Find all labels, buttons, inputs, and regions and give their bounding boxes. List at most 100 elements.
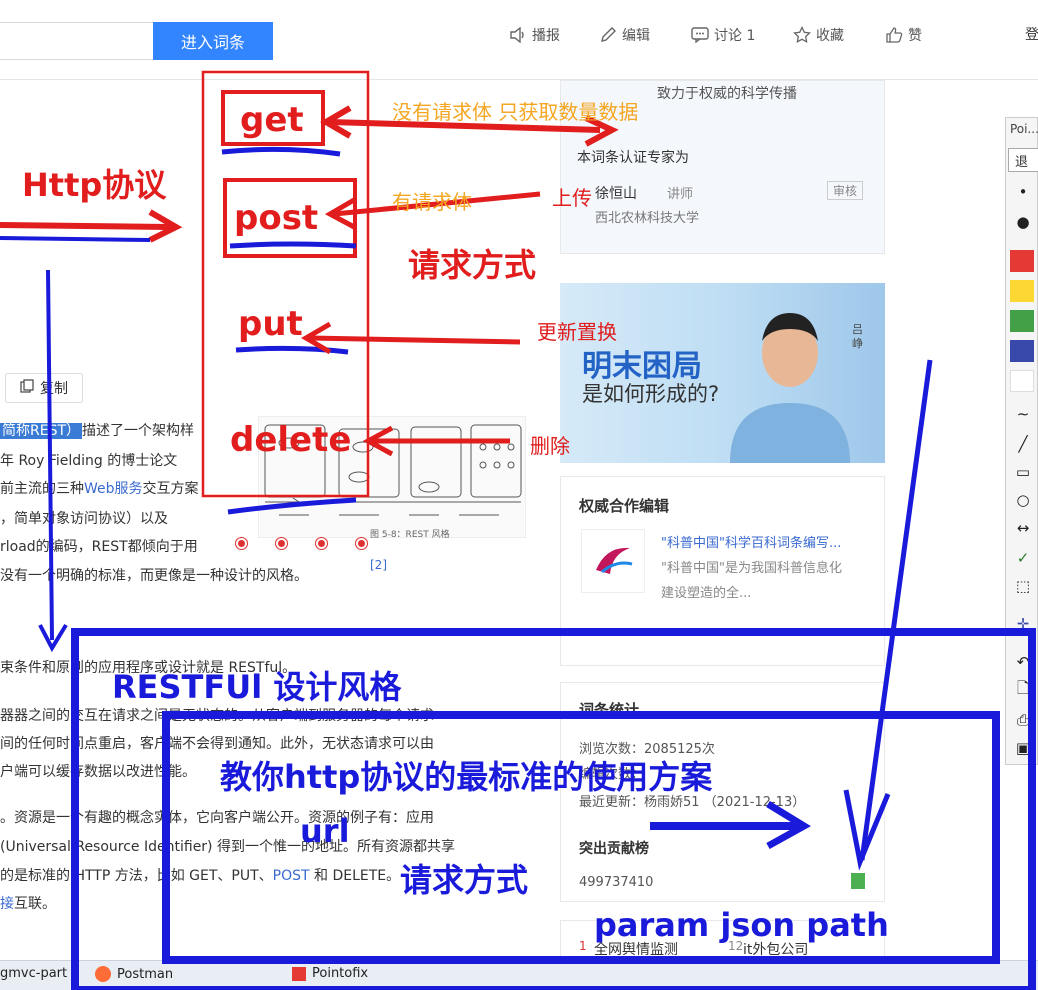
top-bar: 进入词条 播报 编辑 讨论 1 收藏 赞 登 xyxy=(0,0,1038,80)
editor-name-link[interactable]: "科普中国"科学百科词条编写... xyxy=(661,532,841,551)
article-line: 的是标准的 HTTP 方法，比如 GET、PUT、POST 和 DELETE。 xyxy=(0,868,401,884)
login-link[interactable]: 登 xyxy=(1025,24,1038,44)
web-service-link[interactable]: Web服务 xyxy=(84,481,143,497)
taskbar-item[interactable]: gmvc-part xyxy=(0,966,67,981)
marker-dot xyxy=(276,538,287,549)
rank-number: 1 xyxy=(579,939,587,953)
reference-link[interactable]: [2] xyxy=(370,558,387,572)
expert-name[interactable]: 徐恒山 xyxy=(595,183,637,203)
expert-card: 致力于权威的科学传播 本词条认证专家为 徐恒山 讲师 审核 西北农林科技大学 xyxy=(560,80,885,254)
marker-dot xyxy=(316,538,327,549)
broadcast-button[interactable]: 播报 xyxy=(508,24,560,46)
article-line: 间的任何时间点重启，客户端不会得到通知。此外，无状态请求可以由 xyxy=(0,736,434,752)
taskbar: gmvc-part Postman Pointofix xyxy=(0,960,1038,990)
search-input[interactable] xyxy=(0,22,154,60)
inline-link[interactable]: 接 xyxy=(0,896,14,912)
expert-title: 本词条认证专家为 xyxy=(577,150,689,166)
edit-count: 编辑次数： xyxy=(579,767,645,782)
last-updated: 最近更新：杨雨娇51 （2021-12-13） xyxy=(579,795,806,810)
chat-icon xyxy=(690,25,710,45)
copy-label: 复制 xyxy=(40,381,68,397)
bookmark-icon xyxy=(851,873,865,889)
collect-button[interactable]: 收藏 xyxy=(792,24,844,46)
discuss-button[interactable]: 讨论 1 xyxy=(690,24,755,46)
right-sidebar: 致力于权威的科学传播 本词条认证专家为 徐恒山 讲师 审核 西北农林科技大学 明… xyxy=(560,80,885,960)
pencil-icon xyxy=(598,25,618,45)
marker-dot xyxy=(356,538,367,549)
exit-button[interactable]: 退 xyxy=(1008,148,1038,172)
article-line: 年 Roy Fielding 的博士论文 xyxy=(0,453,178,469)
check-icon[interactable]: ✓ xyxy=(1008,546,1038,570)
stats-title: 词条统计 xyxy=(579,701,640,719)
rank-number: 12 xyxy=(728,939,744,953)
copy-button[interactable]: 复制 xyxy=(5,373,83,403)
yellow-color-swatch[interactable] xyxy=(1010,280,1034,302)
editor-description: 建设塑造的全... xyxy=(661,586,752,601)
undo-icon[interactable]: ↶ xyxy=(1008,650,1038,674)
thumbs-up-icon xyxy=(884,25,904,45)
article-line: 户端可以缓存数据以改进性能。 xyxy=(0,764,196,780)
rank-item[interactable]: 全网舆情监测 xyxy=(594,939,678,959)
banner-subheadline: 是如何形成的? xyxy=(582,382,720,406)
person-photo xyxy=(730,313,850,463)
line-icon[interactable]: ╱ xyxy=(1008,432,1038,456)
post-link[interactable]: POST xyxy=(273,868,310,884)
large-dot-icon[interactable]: ● xyxy=(1008,210,1038,234)
edit-button[interactable]: 编辑 xyxy=(598,24,650,46)
stats-card: 词条统计 浏览次数：2085125次 编辑次数： 最近更新：杨雨娇51 （202… xyxy=(560,682,885,902)
promo-banner[interactable]: 明末困局 是如何形成的? 吕峥 xyxy=(560,283,885,463)
article-line: 前主流的三种Web服务交互方案 xyxy=(0,481,199,497)
ellipse-icon[interactable]: ○ xyxy=(1008,488,1038,512)
article-line: 接互联。 xyxy=(0,896,56,912)
white-color-swatch[interactable] xyxy=(1010,370,1034,392)
green-color-swatch[interactable] xyxy=(1010,310,1034,332)
contributor-name[interactable]: 499737410 xyxy=(579,875,653,890)
screen-icon[interactable]: ▣ xyxy=(1008,736,1038,760)
editor-description: "科普中国"是为我国科普信息化 xyxy=(661,561,842,576)
blue-color-swatch[interactable] xyxy=(1010,340,1034,362)
freehand-icon[interactable]: ∼ xyxy=(1008,402,1038,426)
article-line: (Universal Resource Identifier) 得到一个惟一的地… xyxy=(0,839,455,855)
article-line: 器器之间的交互在请求之间是无状态的。从客户端到服务器的每个请求 xyxy=(0,708,434,724)
article-line: ，简单对象访问协议）以及 xyxy=(0,511,168,527)
collect-label: 收藏 xyxy=(816,28,844,44)
review-badge: 审核 xyxy=(827,181,864,200)
move-icon[interactable]: ✛ xyxy=(1008,612,1038,636)
toolbar-title: Poi... xyxy=(1010,122,1038,136)
highlighted-text: 简称REST） xyxy=(0,423,83,439)
article-line: rload的编码，REST都倾向于用 xyxy=(0,539,198,555)
like-button[interactable]: 赞 xyxy=(884,24,922,46)
view-count: 浏览次数：2085125次 xyxy=(579,742,715,757)
edit-label: 编辑 xyxy=(622,28,650,44)
print-icon[interactable]: ⎙ xyxy=(1008,708,1038,732)
like-label: 赞 xyxy=(908,28,922,44)
rectangle-icon[interactable]: ▭ xyxy=(1008,460,1038,484)
pointofix-icon xyxy=(292,966,306,981)
taskbar-item-postman[interactable]: Postman xyxy=(95,966,173,982)
expert-organization: 西北农林科技大学 xyxy=(595,211,700,226)
editors-card: 权威合作编辑 "科普中国"科学百科词条编写... "科普中国"是为我国科普信息化… xyxy=(560,476,885,666)
copy-icon xyxy=(20,379,34,397)
banner-author: 吕峥 xyxy=(852,323,863,350)
red-color-swatch[interactable] xyxy=(1010,250,1034,272)
marker-dot xyxy=(236,538,247,549)
article-line: 没有一个明确的标准，而更像是一种设计的风格。 xyxy=(0,568,308,584)
kepu-logo[interactable] xyxy=(581,529,645,593)
postman-icon xyxy=(95,966,111,982)
expert-role: 讲师 xyxy=(667,187,694,202)
enter-entry-button[interactable]: 进入词条 xyxy=(153,22,273,60)
new-page-icon[interactable]: 🗋 xyxy=(1008,678,1038,702)
rank-item[interactable]: it外包公司 xyxy=(743,939,808,959)
small-dot-icon[interactable]: • xyxy=(1008,180,1038,204)
rest-diagram-image[interactable] xyxy=(258,416,526,538)
contributors-title: 突出贡献榜 xyxy=(579,841,649,857)
broadcast-label: 播报 xyxy=(532,28,560,44)
taskbar-item-pointofix[interactable]: Pointofix xyxy=(292,966,368,981)
crop-icon[interactable]: ⬚ xyxy=(1008,574,1038,598)
article-body: 复制 简称REST） 描述了一个架构样 年 Roy Fielding 的博士论文 … xyxy=(0,80,545,960)
arrow-icon[interactable]: ↔ xyxy=(1008,516,1038,540)
article-line: 。资源是一个有趣的概念实体，它向客户端公开。资源的例子有：应用 xyxy=(0,810,434,826)
figure-caption: 图 5-8：REST 风格 xyxy=(370,530,450,540)
article-line: 束条件和原则的应用程序或设计就是 RESTful。 xyxy=(0,660,297,676)
speaker-icon xyxy=(508,25,528,45)
